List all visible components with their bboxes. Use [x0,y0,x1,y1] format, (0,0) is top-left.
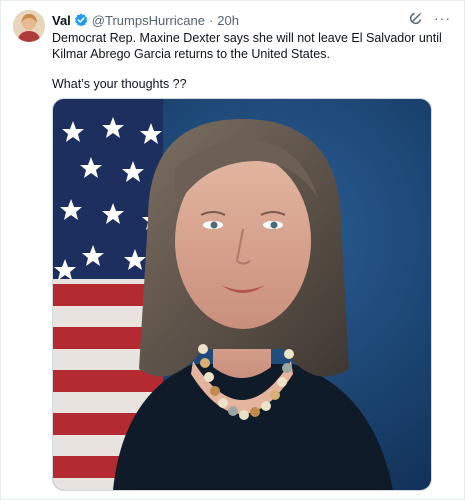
post-actions-top: ··· [408,10,451,26]
separator-dot: · [208,12,214,28]
post-text: Democrat Rep. Maxine Dexter says she wil… [52,30,452,92]
verified-badge-icon [74,13,88,27]
post-text-line1: Democrat Rep. Maxine Dexter says she wil… [52,31,442,61]
post-time[interactable]: 20h [217,13,239,28]
post-text-line2: What’s your thoughts ?? [52,77,187,91]
post-header: Val @TrumpsHurricane · 20h [52,11,239,29]
grok-icon[interactable] [408,10,424,26]
post-image[interactable] [52,98,432,491]
author-name[interactable]: Val [52,13,71,28]
author-handle[interactable]: @TrumpsHurricane [92,13,205,28]
avatar[interactable] [13,10,45,42]
more-options-icon[interactable]: ··· [434,10,451,26]
portrait-photo [53,99,431,490]
